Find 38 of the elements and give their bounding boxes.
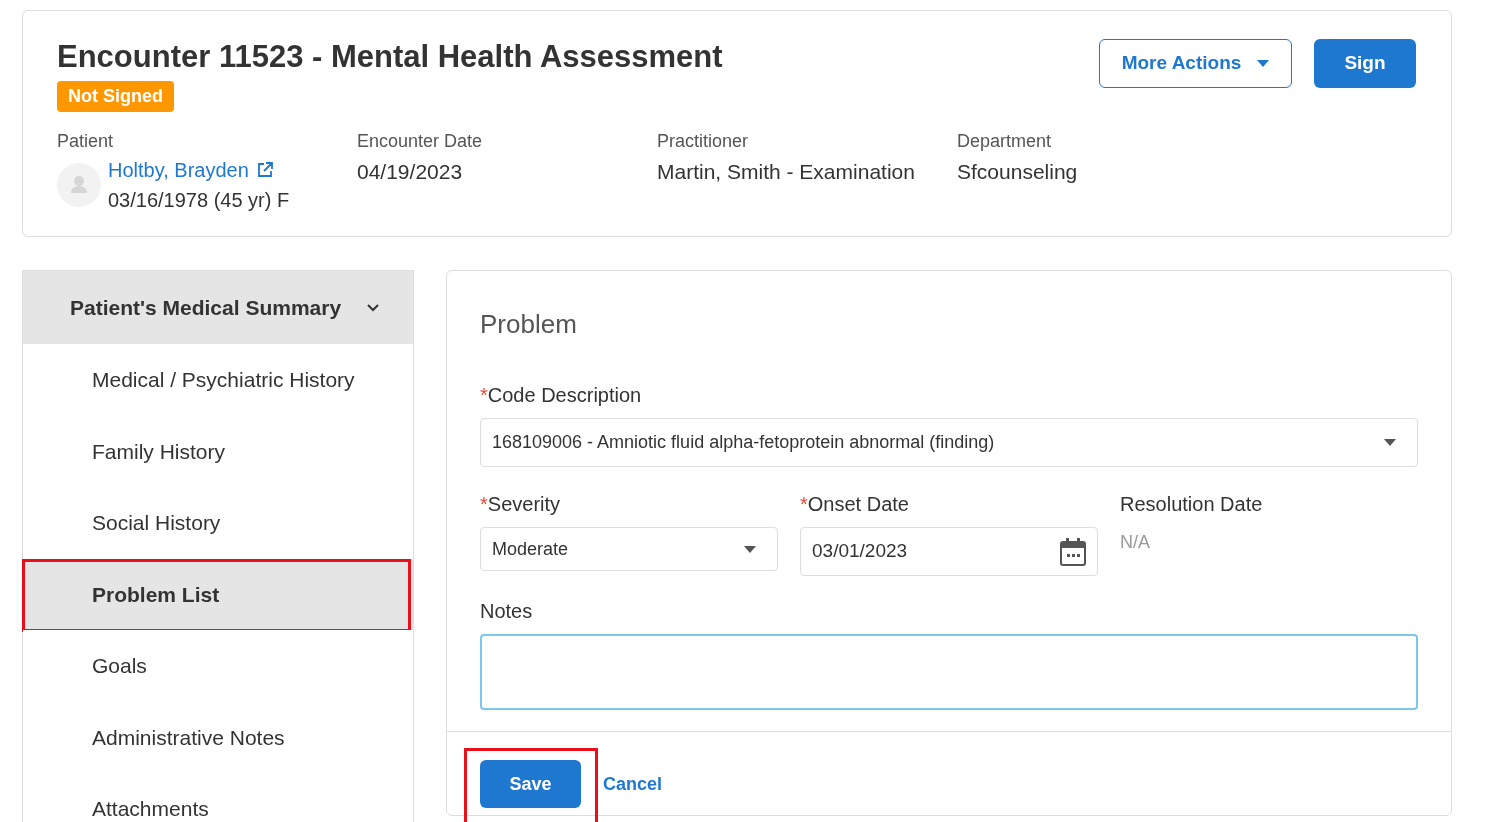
severity-select[interactable]: Moderate: [480, 527, 778, 571]
required-mark: *: [480, 493, 488, 515]
more-actions-button[interactable]: More Actions: [1099, 39, 1292, 88]
field-label: *Severity: [480, 492, 562, 517]
field-label: *Onset Date: [800, 492, 910, 517]
required-mark: *: [800, 493, 808, 515]
external-link-icon[interactable]: [256, 162, 273, 178]
cancel-link[interactable]: Cancel: [603, 770, 663, 798]
avatar-icon: [57, 163, 101, 207]
notes-field[interactable]: [480, 634, 1418, 710]
caret-icon: [1384, 439, 1396, 446]
field-value: Martin, Smith - Examination: [657, 159, 916, 185]
status-badge: Not Signed: [57, 81, 174, 112]
sign-button[interactable]: Sign: [1314, 39, 1416, 88]
field-label: Department: [957, 130, 1053, 153]
encounter-title: Encounter 11523 - Mental Health Assessment: [57, 38, 723, 76]
onset-date-field[interactable]: 03/01/2023: [800, 527, 1098, 576]
patient-name-link[interactable]: Holtby, Brayden: [108, 155, 249, 185]
sidebar-item[interactable]: Problem List: [23, 558, 413, 630]
field-label: Resolution Date: [1120, 492, 1264, 517]
resolution-date-value: N/A: [1120, 531, 1151, 554]
field-label: *Code Description: [480, 383, 643, 408]
required-mark: *: [480, 384, 488, 406]
patient-details: 03/16/1978 (45 yr) F: [108, 188, 290, 213]
calendar-icon[interactable]: [1060, 537, 1086, 566]
caret-icon: [1257, 60, 1270, 67]
save-button[interactable]: Save: [480, 760, 581, 808]
field-label: Encounter Date: [357, 130, 484, 153]
chevron-icon: [367, 303, 380, 312]
patient-label: Patient: [57, 130, 115, 153]
form-title: Problem: [480, 308, 578, 341]
field-label: Practitioner: [657, 130, 750, 153]
field-value: 04/19/2023: [357, 159, 464, 185]
caret-icon: [744, 545, 756, 553]
field-value: Sfcounseling: [957, 159, 1079, 185]
sidebar-section-header[interactable]: Patient's Medical Summary: [23, 271, 413, 344]
field-label: Notes: [480, 599, 534, 624]
code-description-select[interactable]: 168109006 - Amniotic fluid alpha-fetoprotein abnormal (finding): [480, 418, 1418, 467]
